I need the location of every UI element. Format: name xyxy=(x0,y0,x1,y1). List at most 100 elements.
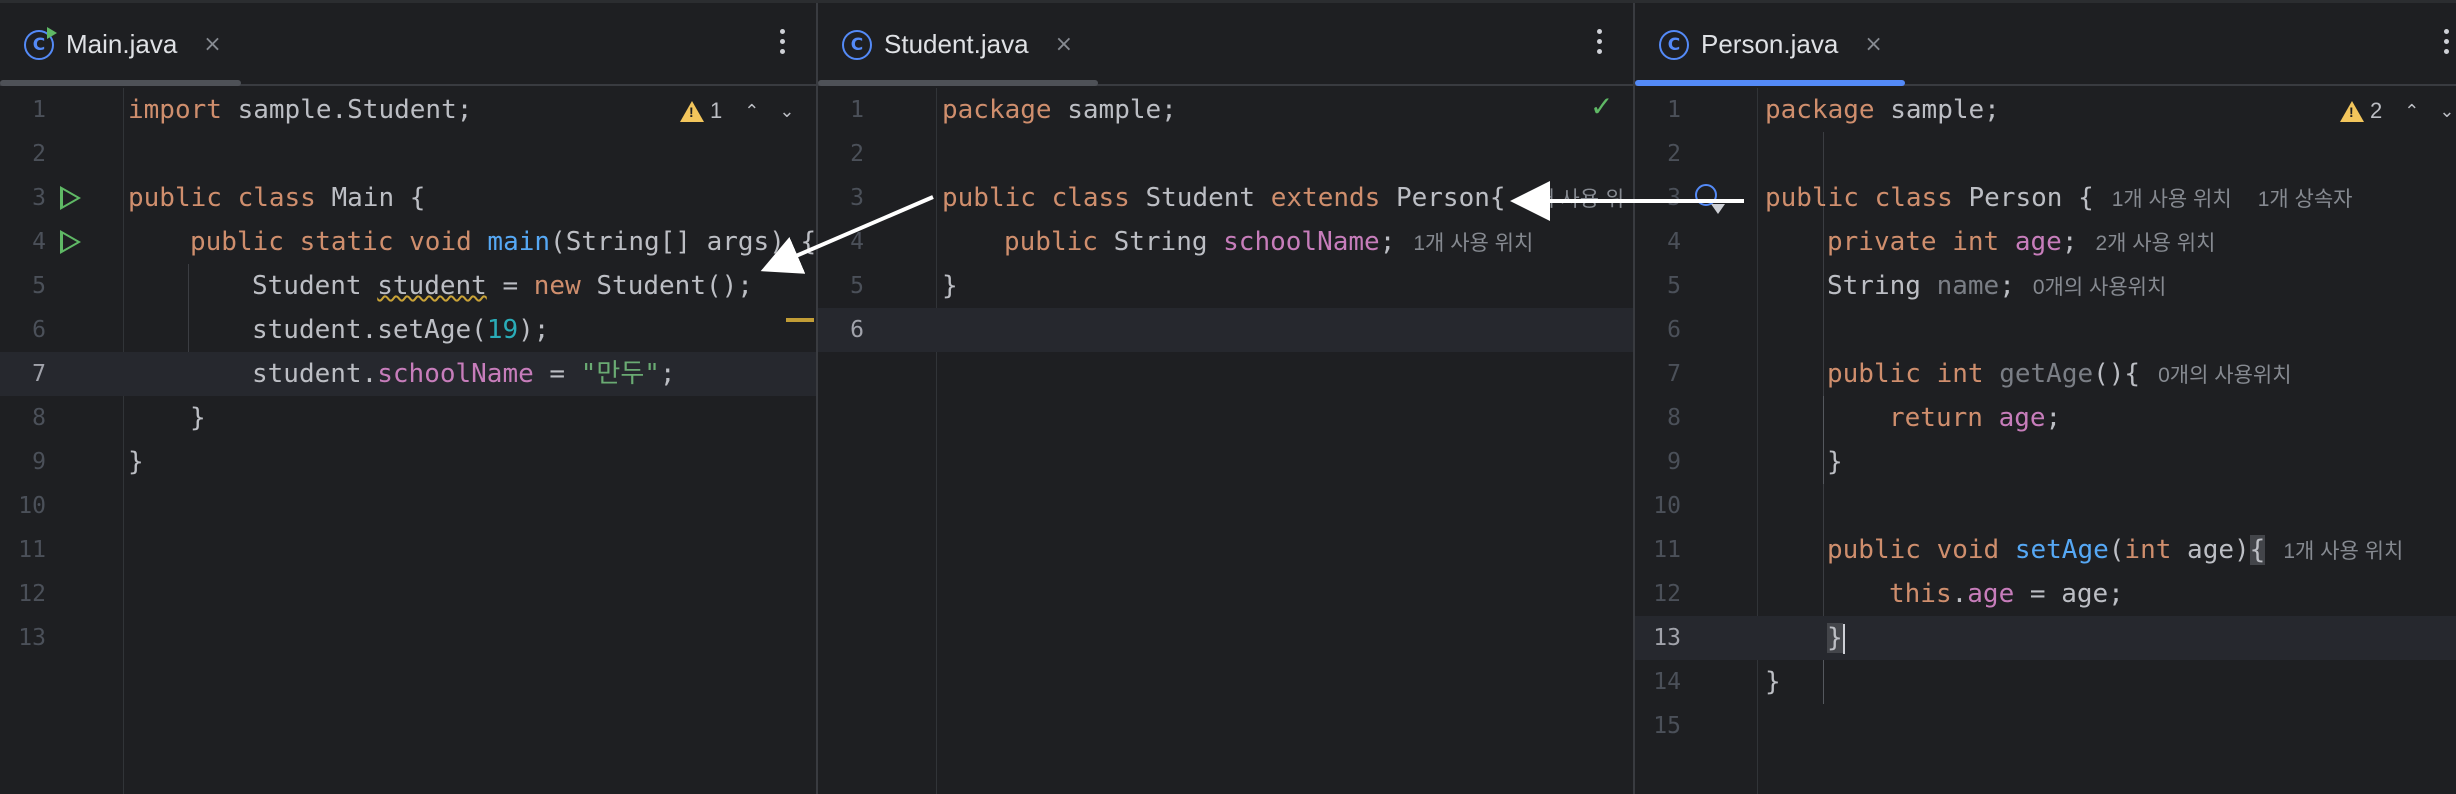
editor-pane-main: C Main.java × 1 import sample.Student; 1… xyxy=(0,3,816,794)
code-text: } xyxy=(190,403,206,433)
line-number: 2 xyxy=(1667,141,1681,167)
warning-marker[interactable] xyxy=(786,318,814,322)
line-number: 14 xyxy=(1653,669,1681,695)
code-line-current: 6 xyxy=(818,308,1633,352)
inheritor-hint[interactable]: 1개 상속자 xyxy=(2258,188,2353,211)
line-number: 6 xyxy=(32,317,46,343)
chevron-up-icon[interactable]: ⌃ xyxy=(744,101,759,122)
line-number: 1 xyxy=(1667,97,1681,123)
code-line-current: 13 } xyxy=(1635,616,2456,660)
code-text: } xyxy=(128,447,144,477)
code-line: 10 xyxy=(0,484,816,528)
close-icon[interactable]: × xyxy=(203,32,221,57)
code-text: public class Student extends Person{1개 사… xyxy=(942,183,1625,213)
code-line: 3 public class Main { xyxy=(0,176,816,220)
tab-bar-main: C Main.java × xyxy=(0,3,816,86)
chevron-down-icon[interactable]: ⌄ xyxy=(2439,101,2454,122)
code-line: 5 } xyxy=(818,264,1633,308)
line-number: 10 xyxy=(1653,493,1681,519)
line-number: 7 xyxy=(1667,361,1681,387)
usage-hint[interactable]: 1개 사용 위 xyxy=(1524,188,1625,211)
usage-hint[interactable]: 0개의 사용위치 xyxy=(2158,364,2291,387)
chevron-down-icon[interactable]: ⌄ xyxy=(779,101,794,122)
line-number: 5 xyxy=(32,273,46,299)
code-text: import sample.Student; xyxy=(128,95,473,125)
code-line: 2 xyxy=(818,132,1633,176)
line-number: 5 xyxy=(1667,273,1681,299)
line-number: 8 xyxy=(1667,405,1681,431)
line-number: 3 xyxy=(1667,185,1681,211)
code-line: 3 public class Person {1개 사용 위치 1개 상속자 xyxy=(1635,176,2456,220)
run-icon[interactable] xyxy=(60,230,81,254)
code-line: 10 xyxy=(1635,484,2456,528)
run-icon[interactable] xyxy=(60,186,81,210)
usage-hint[interactable]: 2개 사용 위치 xyxy=(2095,232,2215,255)
line-number: 1 xyxy=(32,97,46,123)
line-number: 4 xyxy=(850,229,864,255)
line-number: 4 xyxy=(32,229,46,255)
code-line: 2 xyxy=(1635,132,2456,176)
code-text: public int getAge(){0개의 사용위치 xyxy=(1827,359,2292,389)
code-line: 9 } xyxy=(0,440,816,484)
line-number: 7 xyxy=(32,361,46,387)
line-number: 11 xyxy=(1653,537,1681,563)
code-line: 4 public String schoolName; 1개 사용 위치 xyxy=(818,220,1633,264)
code-line: 11 public void setAge(int age){1개 사용 위치 xyxy=(1635,528,2456,572)
tab-label: Main.java xyxy=(66,29,178,59)
code-line: 11 xyxy=(0,528,816,572)
code-line: 2 xyxy=(0,132,816,176)
code-text: String name; 0개의 사용위치 xyxy=(1827,271,2167,301)
tab-main-java[interactable]: C Main.java × xyxy=(0,3,222,86)
close-icon[interactable]: × xyxy=(1055,32,1073,57)
line-number: 5 xyxy=(850,273,864,299)
close-icon[interactable]: × xyxy=(1864,32,1882,57)
tab-student-java[interactable]: C Student.java × xyxy=(818,3,1073,86)
line-number: 9 xyxy=(1667,449,1681,475)
usage-hint[interactable]: 1개 사용 위치 xyxy=(1413,232,1533,255)
code-editor-student[interactable]: 1 package sample; ✓ 2 3 public class Stu… xyxy=(818,88,1633,794)
code-line: 4 public static void main(String[] args)… xyxy=(0,220,816,264)
tab-label: Student.java xyxy=(884,29,1029,59)
tab-person-java[interactable]: C Person.java × xyxy=(1635,3,1883,86)
code-line: 6 xyxy=(1635,308,2456,352)
code-line: 5 Student student = new Student(); xyxy=(0,264,816,308)
code-text: } xyxy=(942,271,958,301)
editor-pane-person: C Person.java × 1 package sample; 2 ⌃ ⌄ … xyxy=(1635,3,2456,794)
more-options-icon[interactable] xyxy=(778,29,786,59)
code-text: public class Person {1개 사용 위치 1개 상속자 xyxy=(1765,183,2353,213)
tab-bar-person: C Person.java × xyxy=(1635,3,2456,86)
inspection-widget[interactable]: 1 ⌃ ⌄ xyxy=(680,98,794,124)
code-editor-person[interactable]: 1 package sample; 2 ⌃ ⌄ 2 3 public class… xyxy=(1635,88,2456,794)
code-text: public void setAge(int age){1개 사용 위치 xyxy=(1827,535,2404,565)
code-line: 14 } xyxy=(1635,660,2456,704)
code-text: } xyxy=(1827,447,1843,477)
code-editor-main[interactable]: 1 import sample.Student; 1 ⌃ ⌄ 2 3 publi… xyxy=(0,88,816,794)
class-icon: C xyxy=(842,29,872,60)
check-icon: ✓ xyxy=(1590,90,1614,123)
implemented-icon[interactable] xyxy=(1695,184,1725,214)
line-number: 6 xyxy=(850,317,864,343)
usage-hint[interactable]: 1개 사용 위치 xyxy=(2112,188,2232,211)
active-tab-indicator xyxy=(1635,80,1905,86)
chevron-up-icon[interactable]: ⌃ xyxy=(2404,101,2419,122)
code-text: } xyxy=(1827,623,1845,654)
line-number: 10 xyxy=(18,493,46,519)
more-options-icon[interactable] xyxy=(2442,29,2450,59)
more-options-icon[interactable] xyxy=(1595,29,1603,59)
code-text: Student student = new Student(); xyxy=(252,271,753,301)
usage-hint[interactable]: 0개의 사용위치 xyxy=(2033,276,2166,299)
line-number: 13 xyxy=(1653,625,1681,651)
line-number: 1 xyxy=(850,97,864,123)
code-line: 1 package sample; xyxy=(818,88,1633,132)
warning-icon xyxy=(2340,100,2364,122)
code-line: 13 xyxy=(0,616,816,660)
code-line: 12 xyxy=(0,572,816,616)
code-line: 5 String name; 0개의 사용위치 xyxy=(1635,264,2456,308)
code-text: student.schoolName = "만두"; xyxy=(252,359,676,389)
line-number: 15 xyxy=(1653,713,1681,739)
line-number: 4 xyxy=(1667,229,1681,255)
usage-hint[interactable]: 1개 사용 위치 xyxy=(2283,540,2403,563)
code-line: 15 xyxy=(1635,704,2456,748)
code-text: return age; xyxy=(1889,403,2062,433)
inspection-widget[interactable]: 2 ⌃ ⌄ xyxy=(2340,98,2454,124)
